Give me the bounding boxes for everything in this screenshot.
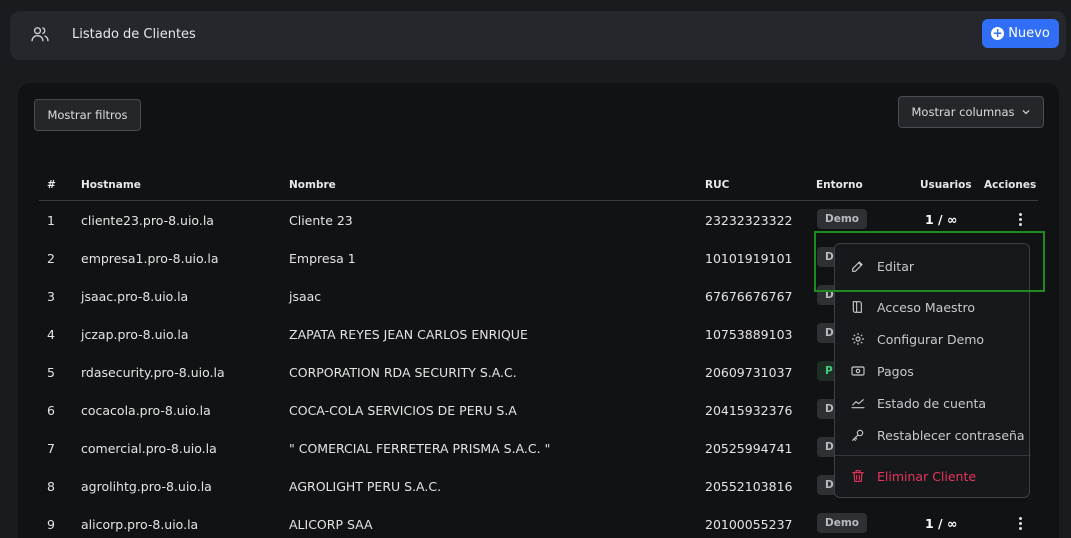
cell-nombre: Cliente 23 — [289, 213, 353, 228]
menu-label-estado-de-cuenta: Estado de cuenta — [877, 395, 987, 411]
cell-hostname: cliente23.pro-8.uio.la — [81, 213, 214, 228]
cell-ruc: 20609731037 — [705, 365, 793, 380]
new-button-label: Nuevo — [1008, 26, 1050, 41]
cell-num: 2 — [47, 251, 55, 266]
header-divider — [39, 200, 1038, 201]
menu-label-restablecer-contrasena: Restablecer contraseña — [877, 427, 1025, 443]
col-header-hostname[interactable]: Hostname — [81, 179, 141, 191]
menu-label-acceso-maestro: Acceso Maestro — [877, 299, 975, 315]
show-columns-label: Mostrar columnas — [911, 105, 1015, 119]
cell-nombre: CORPORATION RDA SECURITY S.A.C. — [289, 365, 517, 380]
col-header-nombre[interactable]: Nombre — [289, 179, 336, 191]
cell-hostname: cocacola.pro-8.uio.la — [81, 403, 211, 418]
book-icon — [852, 301, 862, 313]
menu-item-estado-de-cuenta[interactable]: Estado de cuenta — [835, 389, 1031, 417]
chart-line-icon — [851, 399, 865, 409]
page-title: Listado de Clientes — [72, 27, 196, 42]
cell-num: 4 — [47, 327, 55, 342]
cell-nombre: COCA-COLA SERVICIOS DE PERU S.A — [289, 403, 517, 418]
cell-num: 1 — [47, 213, 55, 228]
cell-hostname: comercial.pro-8.uio.la — [81, 441, 217, 456]
cell-nombre: ZAPATA REYES JEAN CARLOS ENRIQUE — [289, 327, 528, 342]
menu-item-restablecer-contrasena[interactable]: Restablecer contraseña — [835, 421, 1031, 449]
page-header: Listado de Clientes + Nuevo — [10, 11, 1066, 60]
menu-item-eliminar-cliente[interactable]: Eliminar Cliente — [835, 462, 1031, 490]
cash-icon — [851, 366, 865, 376]
row-actions-kebab-icon[interactable] — [1015, 213, 1025, 227]
cell-ruc: 20525994741 — [705, 441, 793, 456]
cell-usuarios: 1 / ∞ — [925, 516, 958, 531]
cell-num: 7 — [47, 441, 55, 456]
trash-icon — [852, 470, 864, 482]
show-filters-button[interactable]: Mostrar filtros — [34, 99, 141, 131]
menu-divider — [835, 455, 1031, 456]
cell-num: 5 — [47, 365, 55, 380]
menu-label-pagos: Pagos — [877, 363, 914, 379]
cell-ruc: 20415932376 — [705, 403, 793, 418]
table-row[interactable]: 9 alicorp.pro-8.uio.la ALICORP SAA 20100055… — [18, 506, 1059, 538]
cell-ruc: 10101919101 — [705, 251, 793, 266]
cell-nombre: Empresa 1 — [289, 251, 356, 266]
highlight-box — [814, 231, 1045, 292]
cell-num: 8 — [47, 479, 55, 494]
col-header-num: # — [47, 179, 56, 191]
cell-ruc: 20100055237 — [705, 517, 793, 532]
cell-num: 9 — [47, 517, 55, 532]
row-actions-kebab-icon[interactable] — [1015, 517, 1025, 531]
entorno-badge: Demo — [817, 513, 867, 533]
cell-nombre: ALICORP SAA — [289, 517, 373, 532]
users-icon — [31, 27, 49, 42]
cell-hostname: agrolihtg.pro-8.uio.la — [81, 479, 212, 494]
cell-ruc: 10753889103 — [705, 327, 793, 342]
cell-num: 6 — [47, 403, 55, 418]
menu-label-configurar-demo: Configurar Demo — [877, 331, 985, 347]
key-icon — [852, 429, 864, 441]
cell-hostname: alicorp.pro-8.uio.la — [81, 517, 199, 532]
menu-label-eliminar-cliente: Eliminar Cliente — [877, 468, 977, 484]
col-header-entorno[interactable]: Entorno — [816, 179, 863, 191]
chevron-down-icon — [1022, 110, 1029, 115]
cell-hostname: rdasecurity.pro-8.uio.la — [81, 365, 225, 380]
col-header-usuarios[interactable]: Usuarios — [920, 179, 972, 191]
cell-nombre: jsaac — [289, 289, 322, 304]
cell-usuarios: 1 / ∞ — [925, 212, 958, 227]
cell-nombre: AGROLIGHT PERU S.A.C. — [289, 479, 442, 494]
col-header-ruc[interactable]: RUC — [705, 179, 729, 191]
plus-circle-icon: + — [991, 26, 1005, 40]
cell-hostname: jczap.pro-8.uio.la — [81, 327, 189, 342]
menu-item-pagos[interactable]: Pagos — [835, 357, 1031, 385]
show-columns-button[interactable]: Mostrar columnas — [898, 96, 1044, 128]
menu-item-acceso-maestro[interactable]: Acceso Maestro — [835, 293, 1031, 321]
cell-hostname: jsaac.pro-8.uio.la — [81, 289, 189, 304]
cell-ruc: 20552103816 — [705, 479, 793, 494]
cell-hostname: empresa1.pro-8.uio.la — [81, 251, 219, 266]
cell-nombre: " COMERCIAL FERRETERA PRISMA S.A.C. " — [289, 441, 551, 456]
entorno-badge: Demo — [817, 209, 867, 229]
gear-icon — [852, 333, 864, 345]
menu-item-configurar-demo[interactable]: Configurar Demo — [835, 325, 1031, 353]
cell-num: 3 — [47, 289, 55, 304]
new-client-button[interactable]: + Nuevo — [982, 19, 1059, 48]
col-header-acciones: Acciones — [984, 179, 1037, 191]
cell-ruc: 67676676767 — [705, 289, 793, 304]
cell-ruc: 23232323322 — [705, 213, 793, 228]
